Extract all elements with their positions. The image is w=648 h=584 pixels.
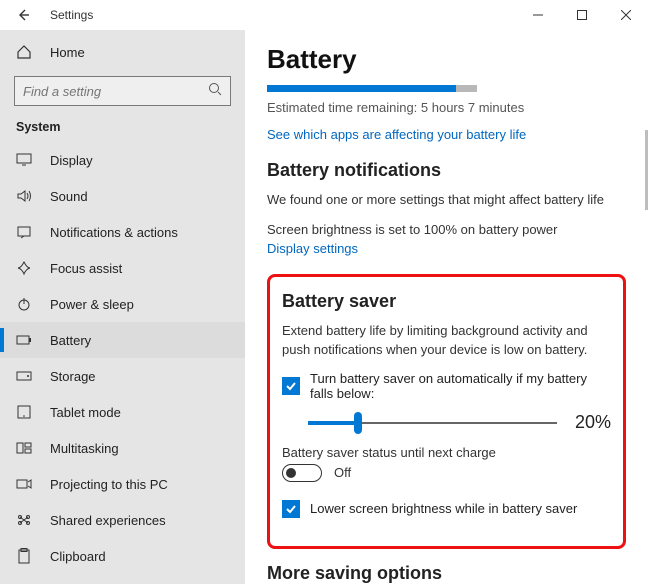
apps-link[interactable]: See which apps are affecting your batter… [267,127,626,142]
storage-icon [16,368,32,384]
saver-heading: Battery saver [282,291,611,312]
estimated-time: Estimated time remaining: 5 hours 7 minu… [267,100,626,115]
close-button[interactable] [604,0,648,30]
sidebar-item-label: Projecting to this PC [50,477,168,492]
content-pane: Battery Estimated time remaining: 5 hour… [245,30,648,584]
sidebar-multitasking[interactable]: Multitasking [0,430,245,466]
page-title: Battery [267,44,626,75]
battery-progress-fill [267,85,456,92]
notifications-found: We found one or more settings that might… [267,191,626,209]
battery-saver-section: Battery saver Extend battery life by lim… [267,274,626,548]
notifications-heading: Battery notifications [267,160,626,181]
search-input[interactable] [14,76,231,106]
slider-value: 20% [575,412,611,433]
sidebar-item-label: Tablet mode [50,405,121,420]
lower-brightness-label: Lower screen brightness while in battery… [310,501,577,516]
status-label: Battery saver status until next charge [282,445,611,460]
focus-icon [16,260,32,276]
search-field[interactable] [23,84,208,99]
clipboard-icon [16,548,32,564]
display-settings-link[interactable]: Display settings [267,241,626,256]
sidebar-item-label: Power & sleep [50,297,134,312]
minimize-button[interactable] [516,0,560,30]
sidebar-tablet-mode[interactable]: Tablet mode [0,394,245,430]
lower-brightness-checkbox[interactable] [282,500,300,518]
notifications-icon [16,224,32,240]
sidebar-item-label: Display [50,153,93,168]
sidebar-item-label: Storage [50,369,96,384]
multitask-icon [16,440,32,456]
sidebar-focus-assist[interactable]: Focus assist [0,250,245,286]
sidebar-item-label: Battery [50,333,91,348]
sidebar-item-label: Home [50,45,85,60]
sidebar-sound[interactable]: Sound [0,178,245,214]
sidebar-shared-exp[interactable]: Shared experiences [0,502,245,538]
sidebar-item-label: Sound [50,189,88,204]
back-button[interactable] [16,8,30,22]
sidebar-power-sleep[interactable]: Power & sleep [0,286,245,322]
window-title: Settings [50,8,93,22]
sidebar-section-label: System [0,116,245,142]
battery-icon [16,332,32,348]
sidebar-item-label: Notifications & actions [50,225,178,240]
project-icon [16,476,32,492]
sidebar-notifications[interactable]: Notifications & actions [0,214,245,250]
sidebar-display[interactable]: Display [0,142,245,178]
auto-label: Turn battery saver on automatically if m… [310,371,611,401]
threshold-slider[interactable] [308,411,557,435]
sidebar-storage[interactable]: Storage [0,358,245,394]
more-options-heading: More saving options [267,563,626,584]
share-icon [16,512,32,528]
sidebar-projecting[interactable]: Projecting to this PC [0,466,245,502]
sound-icon [16,188,32,204]
sidebar-battery[interactable]: Battery [0,322,245,358]
home-icon [16,44,32,60]
tablet-icon [16,404,32,420]
sidebar-item-label: Clipboard [50,549,106,564]
auto-checkbox[interactable] [282,377,300,395]
sidebar-item-label: Multitasking [50,441,119,456]
display-icon [16,152,32,168]
toggle-state: Off [334,465,351,480]
sidebar-clipboard[interactable]: Clipboard [0,538,245,574]
titlebar: Settings [0,0,648,30]
sidebar-item-label: Focus assist [50,261,122,276]
status-toggle[interactable] [282,464,322,482]
maximize-button[interactable] [560,0,604,30]
power-icon [16,296,32,312]
sidebar: Home System Display Sound Notifications … [0,30,245,584]
saver-desc: Extend battery life by limiting backgrou… [282,322,611,358]
sidebar-item-label: Shared experiences [50,513,166,528]
battery-progress [267,85,477,92]
brightness-line: Screen brightness is set to 100% on batt… [267,221,626,239]
sidebar-home[interactable]: Home [0,34,245,70]
search-icon [208,82,222,101]
